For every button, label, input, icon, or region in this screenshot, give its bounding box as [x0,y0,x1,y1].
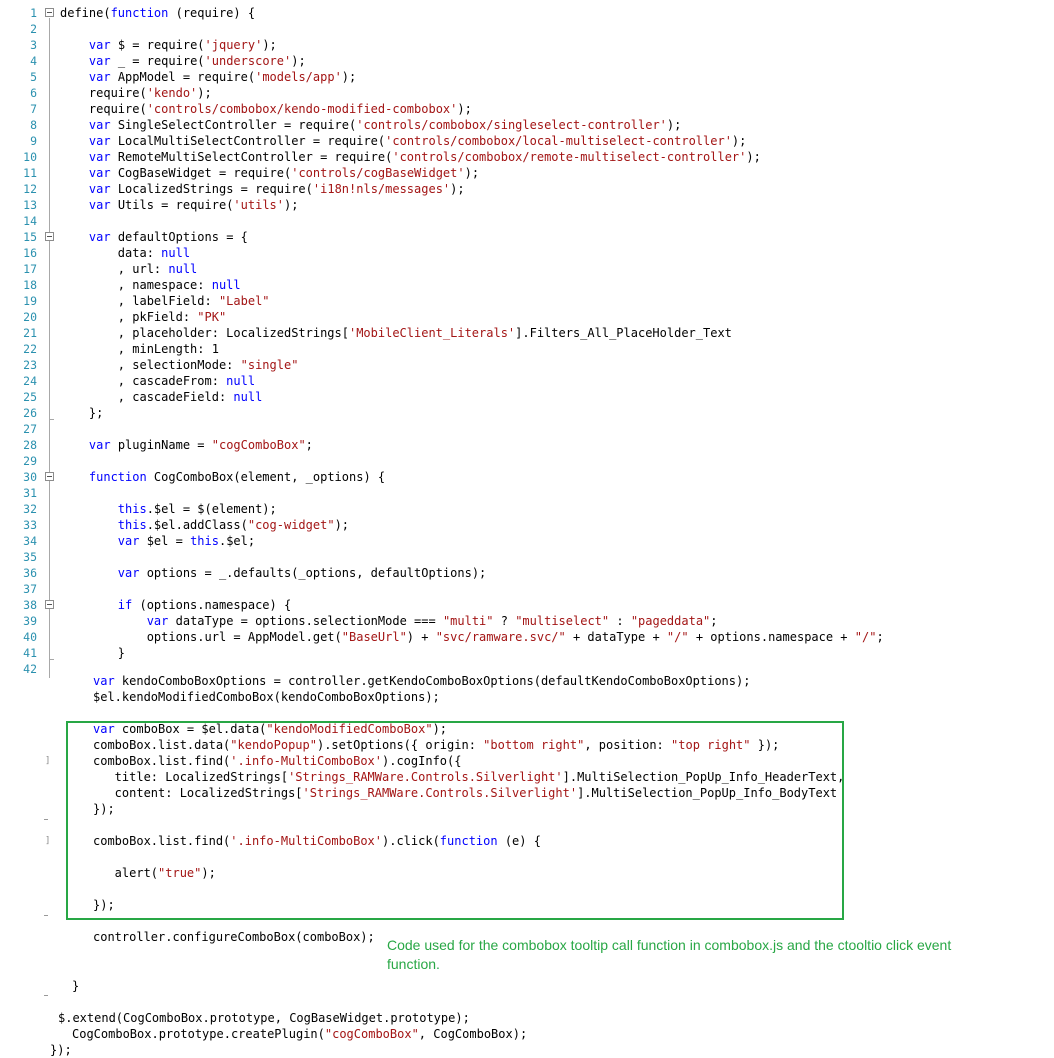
line-number: 23 [23,358,37,372]
code-line[interactable]: var kendoComboBoxOptions = controller.ge… [93,673,750,689]
line-number: 39 [23,614,37,628]
code-line[interactable]: if (options.namespace) { [60,597,291,613]
code-line[interactable]: var $el = this.$el; [60,533,255,549]
code-line[interactable]: , namespace: null [60,277,241,293]
line-number: 18 [23,278,37,292]
fold-guide-end [49,659,54,660]
line-number: 26 [23,406,37,420]
fold-guide [49,18,50,678]
code-line[interactable]: , url: null [60,261,197,277]
fold-toggle-icon[interactable] [45,472,54,481]
block-end-marker [44,995,48,996]
code-line[interactable]: , pkField: "PK" [60,309,226,325]
line-number: 34 [23,534,37,548]
code-line[interactable]: $el.kendoModifiedComboBox(kendoComboBoxO… [93,689,440,705]
line-number: 17 [23,262,37,276]
line-number: 13 [23,198,37,212]
block-end-marker [44,819,48,820]
line-number: 11 [23,166,37,180]
line-number: 36 [23,566,37,580]
code-line[interactable]: var AppModel = require('models/app'); [60,69,356,85]
line-number: 25 [23,390,37,404]
block-end-marker [44,915,48,916]
code-line[interactable]: } [72,978,79,994]
code-line[interactable]: var defaultOptions = { [60,229,248,245]
code-line[interactable]: } [60,645,125,661]
line-number: 8 [30,118,37,132]
line-number: 40 [23,630,37,644]
fold-toggle-icon[interactable] [45,8,54,17]
line-number: 16 [23,246,37,260]
code-line[interactable]: var RemoteMultiSelectController = requir… [60,149,761,165]
line-number: 6 [30,86,37,100]
line-number: 20 [23,310,37,324]
line-number: 35 [23,550,37,564]
collapse-marker-icon: ] [45,756,51,766]
line-number: 30 [23,470,37,484]
code-line[interactable]: CogComboBox.prototype.createPlugin("cogC… [72,1026,527,1042]
line-number: 38 [23,598,37,612]
line-number: 7 [30,102,37,116]
code-line[interactable]: , cascadeField: null [60,389,263,405]
code-line[interactable]: var dataType = options.selectionMode ===… [60,613,718,629]
line-number: 3 [30,38,37,52]
line-number: 14 [23,214,37,228]
collapse-marker-icon: ] [45,836,51,846]
code-line[interactable]: var LocalMultiSelectController = require… [60,133,746,149]
annotation-text: Code used for the combobox tooltip call … [387,937,952,972]
line-number: 42 [23,662,37,676]
line-number: 32 [23,502,37,516]
code-line[interactable]: data: null [60,245,190,261]
line-number: 24 [23,374,37,388]
line-number: 31 [23,486,37,500]
code-line[interactable]: var pluginName = "cogComboBox"; [60,437,313,453]
code-line[interactable]: options.url = AppModel.get("BaseUrl") + … [60,629,884,645]
code-line[interactable]: controller.configureComboBox(comboBox); [93,929,375,945]
code-line[interactable]: var LocalizedStrings = require('i18n!nls… [60,181,465,197]
code-line[interactable]: var options = _.defaults(_options, defau… [60,565,486,581]
line-number: 29 [23,454,37,468]
code-line[interactable]: var CogBaseWidget = require('controls/co… [60,165,479,181]
code-line[interactable]: var SingleSelectController = require('co… [60,117,681,133]
line-number: 21 [23,326,37,340]
line-number: 1 [30,6,37,20]
line-number: 12 [23,182,37,196]
code-line[interactable]: require('kendo'); [60,85,212,101]
code-line[interactable]: , cascadeFrom: null [60,373,255,389]
line-number: 15 [23,230,37,244]
code-line[interactable]: this.$el.addClass("cog-widget"); [60,517,349,533]
code-line[interactable]: }); [50,1042,72,1058]
highlight-box [66,721,844,920]
code-line[interactable]: , selectionMode: "single" [60,357,299,373]
fold-toggle-icon[interactable] [45,600,54,609]
code-line[interactable]: var _ = require('underscore'); [60,53,306,69]
line-number: 33 [23,518,37,532]
line-number: 4 [30,54,37,68]
line-number: 28 [23,438,37,452]
code-line[interactable]: , labelField: "Label" [60,293,270,309]
code-line[interactable]: , placeholder: LocalizedStrings['MobileC… [60,325,732,341]
line-number: 9 [30,134,37,148]
line-number: 2 [30,22,37,36]
code-line[interactable]: function CogComboBox(element, _options) … [60,469,385,485]
code-line[interactable]: }; [60,405,103,421]
code-line[interactable]: define(function (require) { [60,5,255,21]
line-number: 41 [23,646,37,660]
code-line[interactable]: var Utils = require('utils'); [60,197,299,213]
line-number: 22 [23,342,37,356]
fold-toggle-icon[interactable] [45,232,54,241]
code-line[interactable]: var $ = require('jquery'); [60,37,277,53]
fold-guide-end [49,419,54,420]
code-line[interactable]: require('controls/combobox/kendo-modifie… [60,101,472,117]
line-number: 19 [23,294,37,308]
line-number: 10 [23,150,37,164]
line-number: 27 [23,422,37,436]
code-line[interactable]: , minLength: 1 [60,341,219,357]
code-line[interactable]: $.extend(CogComboBox.prototype, CogBaseW… [58,1010,470,1026]
code-line[interactable]: this.$el = $(element); [60,501,277,517]
line-number: 5 [30,70,37,84]
line-number: 37 [23,582,37,596]
